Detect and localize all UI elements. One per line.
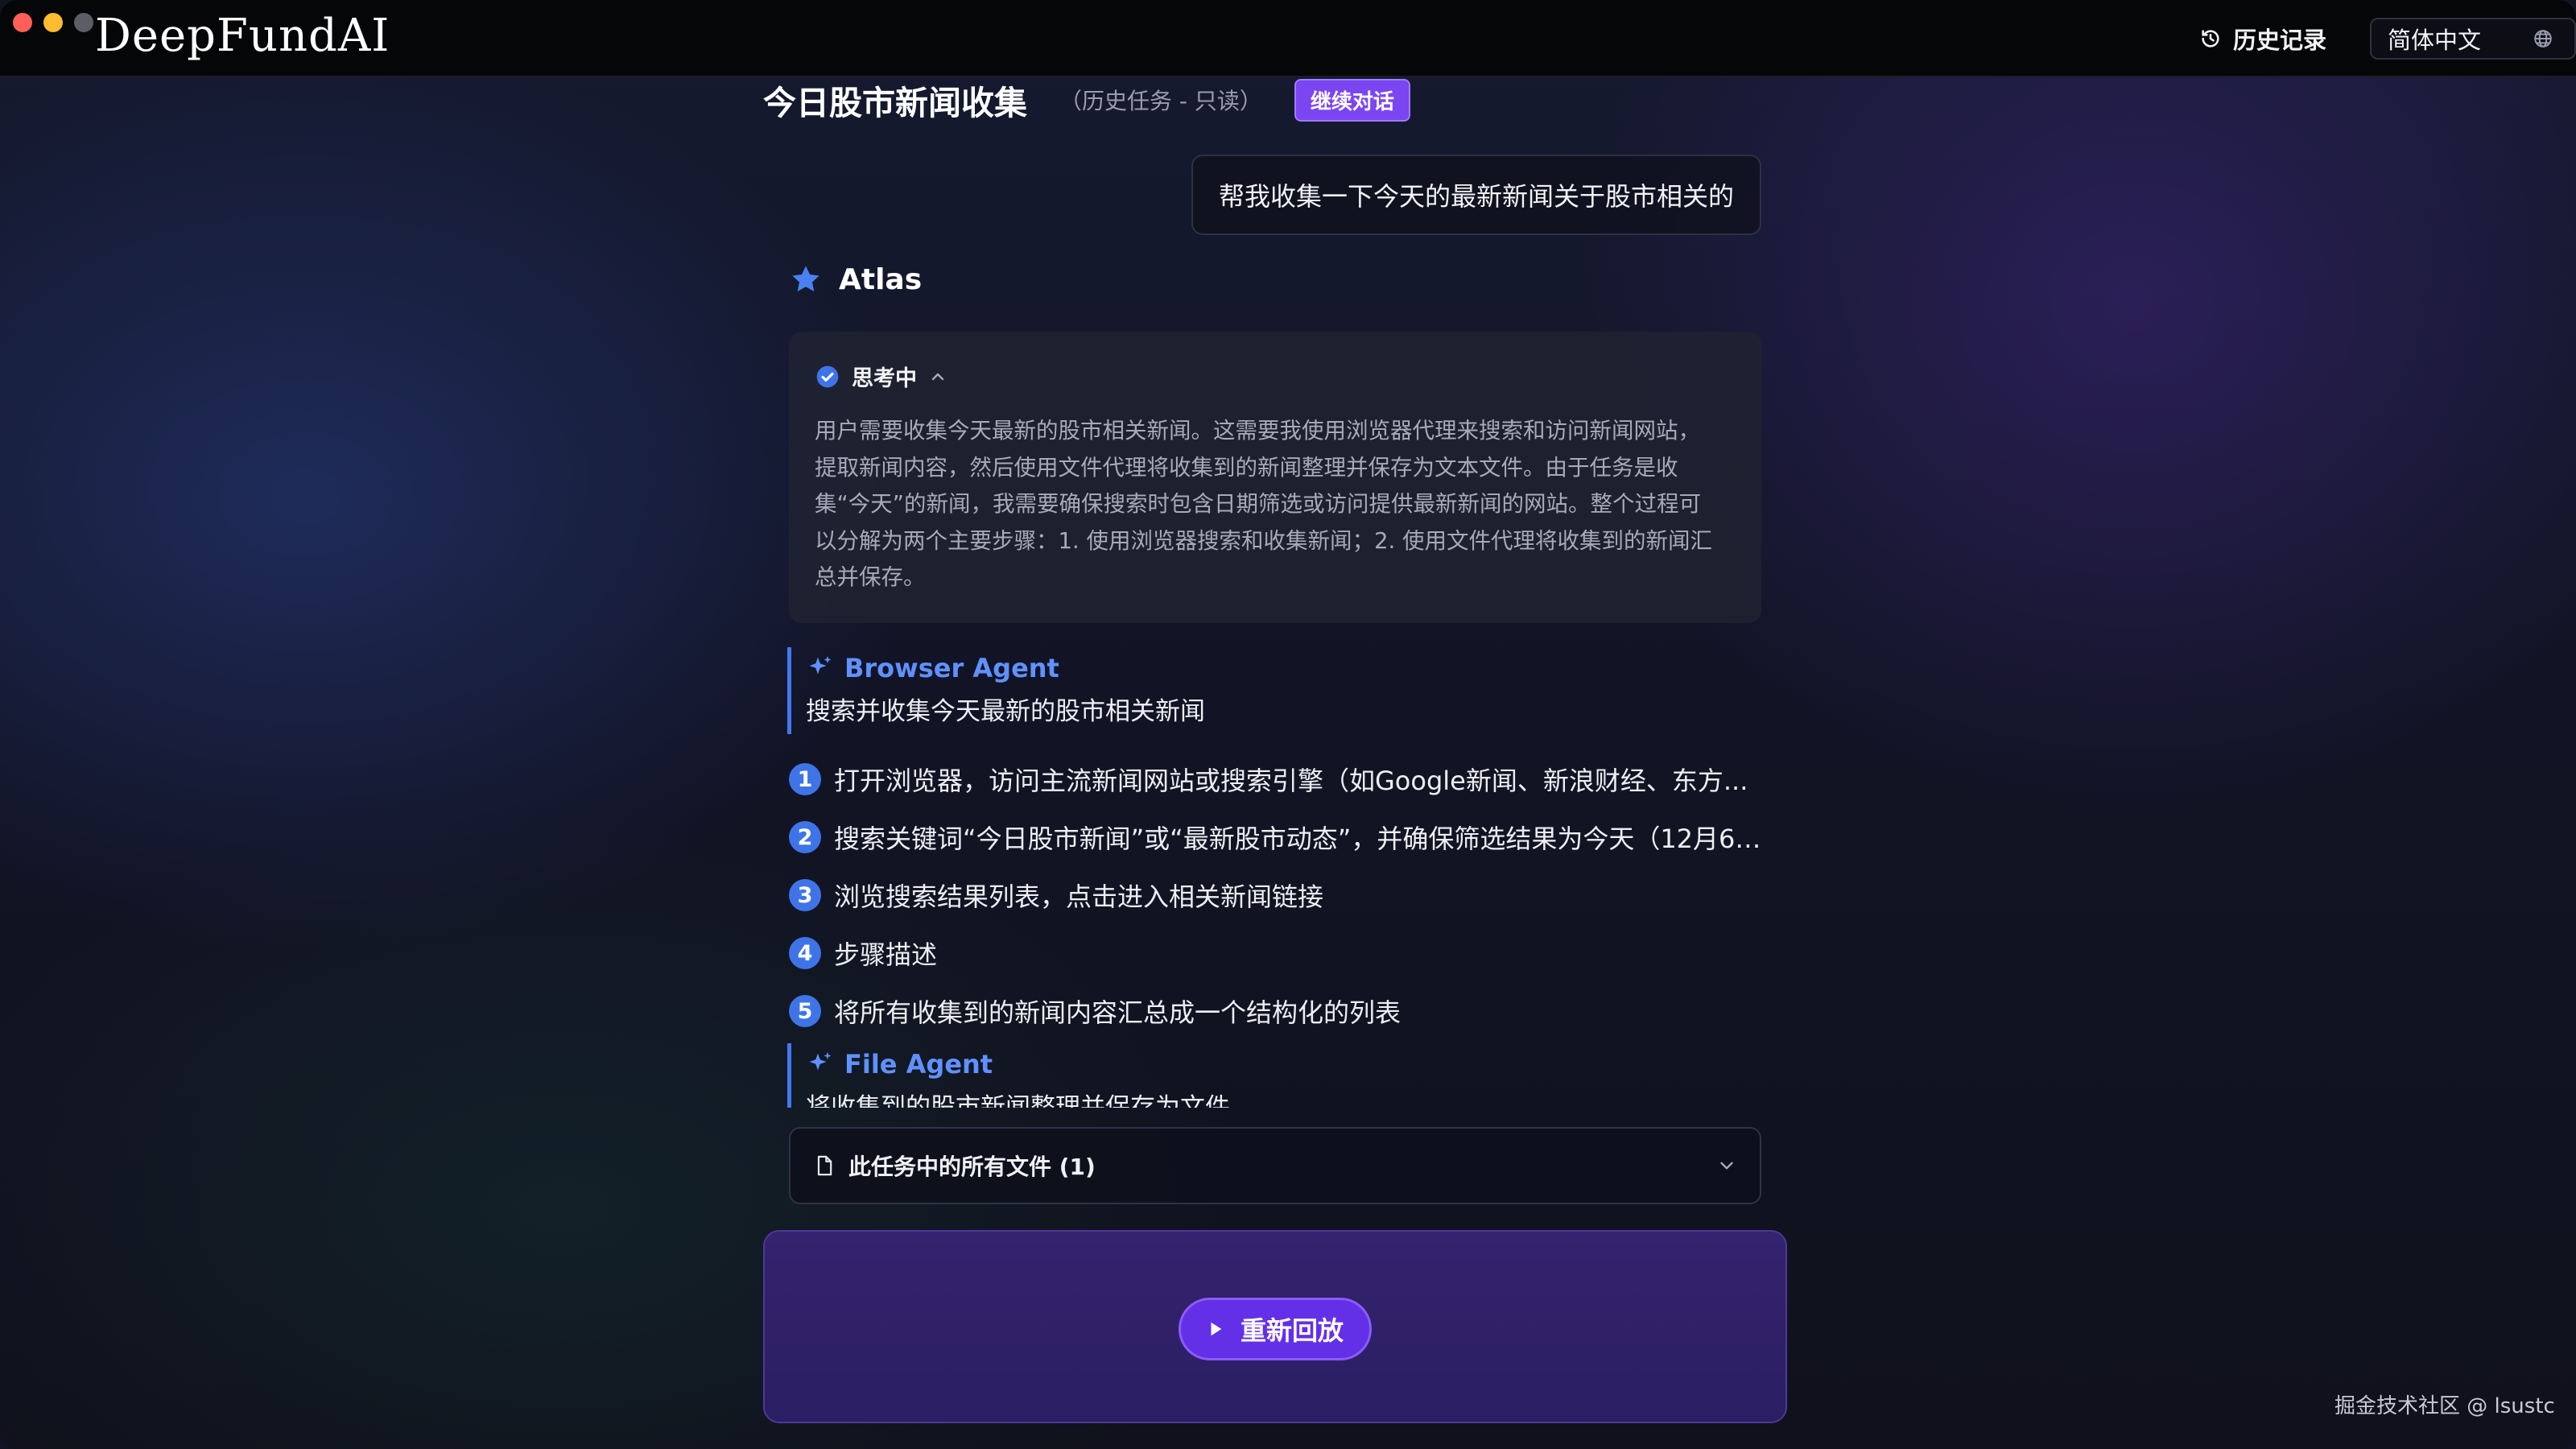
step-number: 2 bbox=[789, 821, 821, 853]
document-icon bbox=[817, 1155, 832, 1176]
thinking-panel: 思考中 用户需要收集今天最新的股市相关新闻。这需要我使用浏览器代理来搜索和访问新… bbox=[789, 332, 1761, 623]
user-message-bubble: 帮我收集一下今天的最新新闻关于股市相关的 bbox=[1191, 155, 1761, 235]
browser-agent-name: Browser Agent bbox=[844, 653, 1059, 683]
thinking-line: 用户需要收集今天最新的股市相关新闻。这需要我使用浏览器代理来搜索和访问新闻网站， bbox=[815, 418, 1700, 444]
brand-logo: DeepFundAI bbox=[95, 10, 390, 62]
task-header: 今日股市新闻收集 （历史任务 - 只读） 继续对话 bbox=[763, 77, 1410, 122]
zoom-window-button[interactable] bbox=[74, 13, 93, 32]
step-number: 4 bbox=[789, 937, 821, 969]
page-title: 今日股市新闻收集 bbox=[763, 84, 1027, 122]
language-selector[interactable]: 简体中文 bbox=[2370, 18, 2576, 60]
thinking-line: 总并保存。 bbox=[815, 564, 926, 590]
globe-icon bbox=[2534, 30, 2552, 47]
file-agent-description: 将收集到的股市新闻整理并保存为文件 bbox=[806, 1093, 1230, 1108]
readonly-badge: （历史任务 - 只读） bbox=[1059, 88, 1262, 114]
step-number: 1 bbox=[789, 763, 821, 795]
step-item: 1 打开浏览器，访问主流新闻网站或搜索引擎（如Google新闻、新浪财经、东方.… bbox=[789, 750, 1779, 808]
star-icon bbox=[792, 266, 819, 292]
minimize-window-button[interactable] bbox=[43, 13, 63, 32]
browser-agent-steps: 1 打开浏览器，访问主流新闻网站或搜索引擎（如Google新闻、新浪财经、东方.… bbox=[789, 750, 1779, 1040]
browser-agent-title: Browser Agent bbox=[806, 647, 1761, 689]
window-controls bbox=[13, 13, 93, 32]
step-item: 2 搜索关键词“今日股市新闻”或“最新股市动态”，并确保筛选结果为今天（12月6… bbox=[789, 808, 1779, 866]
continue-chat-button[interactable]: 继续对话 bbox=[1294, 78, 1410, 122]
thinking-line: 提取新闻内容，然后使用文件代理将收集到的新闻整理并保存为文本文件。由于任务是收 bbox=[815, 454, 1678, 481]
step-item: 4 步骤描述 bbox=[789, 924, 1779, 982]
check-circle-icon bbox=[816, 365, 839, 387]
thinking-status: 思考中 bbox=[852, 366, 917, 391]
step-item: 3 浏览搜索结果列表，点击进入相关新闻链接 bbox=[789, 866, 1779, 924]
step-number: 5 bbox=[789, 995, 821, 1027]
browser-agent-block: Browser Agent 搜索并收集今天最新的股市相关新闻 bbox=[787, 647, 1761, 734]
browser-agent-description: 搜索并收集今天最新的股市相关新闻 bbox=[806, 697, 1205, 726]
history-label: 历史记录 bbox=[2233, 27, 2327, 54]
task-files-dropdown[interactable]: 此任务中的所有文件 (1) bbox=[789, 1127, 1761, 1204]
file-agent-block: File Agent 将收集到的股市新闻整理并保存为文件 bbox=[787, 1043, 1761, 1108]
scroll-clip: File Agent 将收集到的股市新闻整理并保存为文件 bbox=[787, 1043, 1761, 1108]
user-message-text: 帮我收集一下今天的最新新闻关于股市相关的 bbox=[1218, 181, 1734, 212]
file-agent-title: File Agent bbox=[806, 1043, 1761, 1085]
step-item: 5 将所有收集到的新闻内容汇总成一个结构化的列表 bbox=[789, 982, 1779, 1040]
task-files-left: 此任务中的所有文件 (1) bbox=[813, 1150, 1096, 1182]
clock-history-icon bbox=[2202, 30, 2219, 47]
thinking-toggle[interactable]: 思考中 bbox=[815, 361, 1736, 392]
task-files-label: 此任务中的所有文件 (1) bbox=[848, 1154, 1096, 1180]
replay-label: 重新回放 bbox=[1240, 1315, 1344, 1346]
step-text: 浏览搜索结果列表，点击进入相关新闻链接 bbox=[834, 881, 1324, 912]
step-text: 将所有收集到的新闻内容汇总成一个结构化的列表 bbox=[834, 997, 1402, 1028]
thinking-line: 集“今天”的新闻，我需要确保搜索时包含日期筛选或访问提供最新新闻的网站。整个过程… bbox=[815, 491, 1701, 517]
step-text: 打开浏览器，访问主流新闻网站或搜索引擎（如Google新闻、新浪财经、东方... bbox=[834, 766, 1748, 796]
step-number: 3 bbox=[789, 879, 821, 911]
play-icon bbox=[1211, 1322, 1222, 1336]
sparkle-icon bbox=[809, 1052, 832, 1071]
step-text: 搜索关键词“今日股市新闻”或“最新股市动态”，并确保筛选结果为今天（12月6日） bbox=[834, 824, 1779, 854]
title-bar: DeepFundAI 历史记录 简体中文 bbox=[0, 0, 2576, 77]
assistant-header: Atlas bbox=[789, 262, 922, 296]
step-text: 步骤描述 bbox=[834, 939, 938, 970]
thinking-line: 以分解为两个主要步骤：1. 使用浏览器搜索和收集新闻；2. 使用文件代理将收集到… bbox=[815, 527, 1712, 554]
chevron-down-icon bbox=[1720, 1162, 1733, 1170]
replay-button[interactable]: 重新回放 bbox=[1179, 1298, 1372, 1360]
watermark: 掘金技术社区 @ lsustc bbox=[2334, 1394, 2555, 1418]
thinking-content: 用户需要收集今天最新的股市相关新闻。这需要我使用浏览器代理来搜索和访问新闻网站，… bbox=[815, 413, 1736, 597]
language-label: 简体中文 bbox=[2388, 27, 2482, 54]
app-window: DeepFundAI 历史记录 简体中文 今日股市新闻收集 （历史任务 - 只读… bbox=[0, 0, 2576, 1449]
close-window-button[interactable] bbox=[13, 13, 32, 32]
file-agent-name: File Agent bbox=[844, 1049, 993, 1080]
sparkle-icon bbox=[809, 656, 832, 675]
replay-panel: 重新回放 bbox=[763, 1230, 1787, 1423]
history-button[interactable]: 历史记录 bbox=[2199, 19, 2326, 58]
assistant-name: Atlas bbox=[839, 262, 923, 296]
chevron-up-icon bbox=[931, 373, 944, 380]
